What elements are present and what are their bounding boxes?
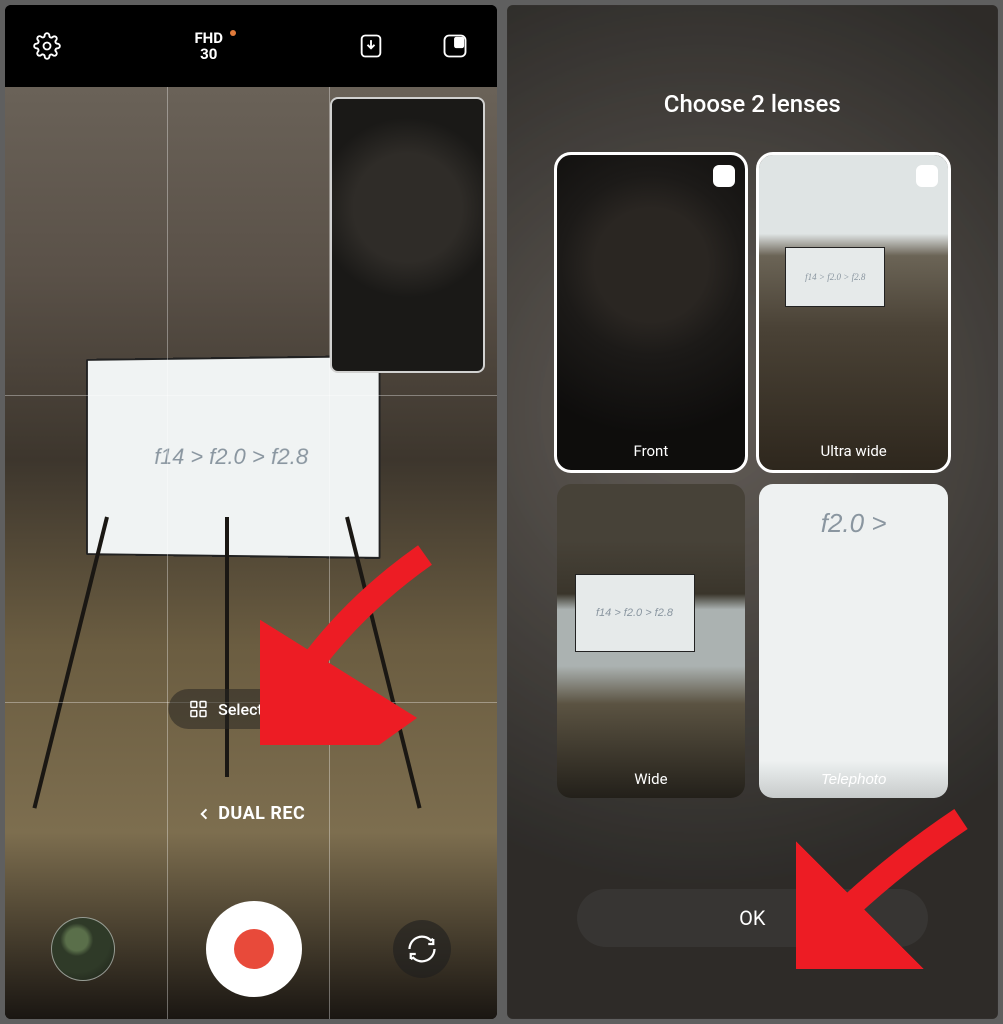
select-lenses-label: Select lenses (218, 700, 313, 719)
grid-icon (188, 699, 208, 719)
lens-label: Telephoto (759, 771, 948, 788)
easel-leg (345, 517, 421, 809)
pip-layout-icon[interactable] (441, 32, 469, 60)
uw-board: f14 > f2.0 > f2.8 (785, 247, 885, 307)
lens-option-ultra-wide[interactable]: f14 > f2.0 > f2.8 Ultra wide (759, 155, 948, 470)
settings-icon[interactable] (33, 32, 61, 60)
ok-button[interactable]: OK (577, 889, 929, 947)
lens-label: Wide (557, 770, 746, 788)
lens-option-front[interactable]: Front (557, 155, 746, 470)
switch-camera-icon (407, 934, 437, 964)
resolution-text: FHD (194, 30, 223, 47)
choose-lenses-screen: Choose 2 lenses Front f14 > f2.0 > f2.8 … (507, 5, 999, 1019)
checkbox-icon (916, 165, 938, 187)
resolution-indicator[interactable]: FHD 30 (97, 30, 321, 63)
easel-leg (225, 517, 229, 777)
checkbox-icon (713, 165, 735, 187)
lens-label: Ultra wide (759, 442, 948, 460)
pip-front-camera-preview[interactable] (330, 97, 485, 373)
whiteboard-content: f14 > f2.0 > f2.8 (86, 355, 381, 559)
save-location-icon[interactable] (357, 32, 385, 60)
top-toolbar: FHD 30 (5, 5, 497, 87)
switch-camera-button[interactable] (393, 920, 451, 978)
record-indicator-icon (234, 929, 274, 969)
lens-options-grid: Front f14 > f2.0 > f2.8 Ultra wide f14 >… (557, 155, 949, 798)
fps-text: 30 (200, 46, 217, 63)
recording-indicator-dot (230, 30, 236, 36)
chevron-left-icon (196, 806, 212, 822)
ok-label: OK (739, 906, 765, 930)
tele-board-text: f2.0 > (821, 508, 887, 799)
camera-screen-dual-rec: f14 > f2.0 > f2.8 FHD 30 (5, 5, 497, 1019)
easel-leg (32, 517, 108, 809)
lens-option-wide[interactable]: f14 > f2.0 > f2.8 Wide (557, 484, 746, 799)
select-lenses-button[interactable]: Select lenses (168, 689, 333, 729)
gallery-thumbnail[interactable] (51, 917, 115, 981)
record-button[interactable] (206, 901, 302, 997)
lens-label: Front (557, 442, 746, 460)
current-mode-label: DUAL REC (218, 803, 305, 824)
wide-board: f14 > f2.0 > f2.8 (575, 574, 695, 652)
dialog-title: Choose 2 lenses (507, 90, 999, 118)
bottom-controls (5, 901, 497, 1019)
lens-option-telephoto[interactable]: f2.0 > Telephoto (759, 484, 948, 799)
mode-selector[interactable]: DUAL REC (196, 803, 305, 824)
